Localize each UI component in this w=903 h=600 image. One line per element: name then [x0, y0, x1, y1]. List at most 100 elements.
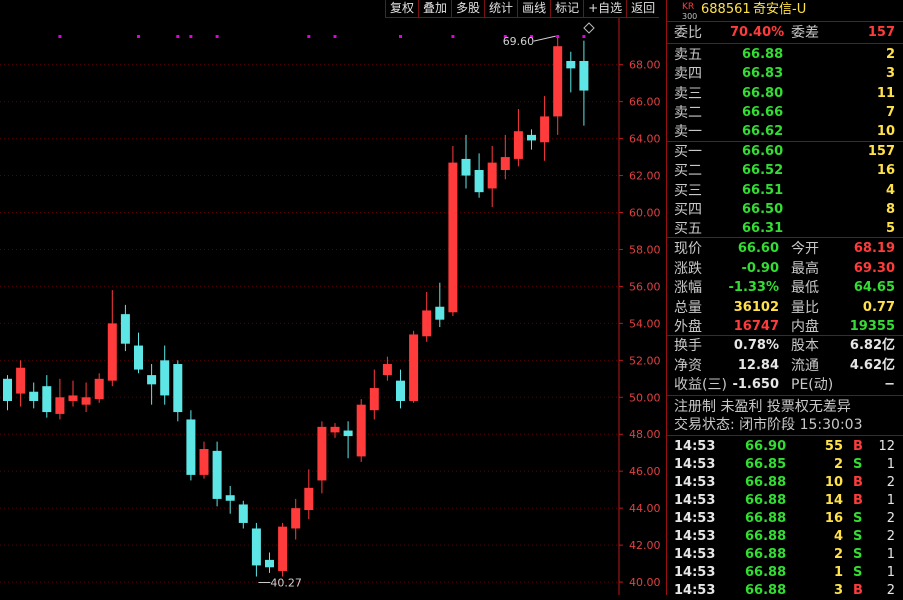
- candle-body: [68, 395, 78, 401]
- buy-row[interactable]: 买三 66.51 4: [667, 182, 903, 200]
- y-tick-label: 48.00: [629, 428, 661, 441]
- candle-body: [382, 364, 392, 376]
- quote-panel: KR 300 688561 奇安信-U 委比 70.40% 委差 157 卖五 6…: [667, 0, 903, 598]
- sell-row[interactable]: 卖三 66.80 11: [667, 85, 903, 103]
- quote-label: 外盘: [674, 319, 702, 335]
- toolbar-button-4[interactable]: 画线: [517, 0, 551, 18]
- buy-row[interactable]: 买一 66.60 157: [667, 143, 903, 161]
- quote-label: 涨跌: [674, 260, 702, 277]
- tick-count: 2: [886, 511, 895, 526]
- buy-volume: 157: [867, 144, 895, 159]
- fund-row: 收益(三) -1.650 PE(动) −: [667, 376, 903, 394]
- sell-price: 66.80: [742, 85, 784, 101]
- buy-row[interactable]: 买二 66.52 16: [667, 162, 903, 180]
- y-tick-label: 44.00: [629, 502, 661, 515]
- signal-marker: [582, 35, 586, 38]
- candle-body: [317, 426, 327, 481]
- quote-row: 总量 36102 量比 0.77: [667, 299, 903, 317]
- candle-body: [369, 388, 379, 411]
- tick-time: 14:53: [674, 565, 716, 580]
- tick-price: 66.85: [745, 457, 787, 472]
- candle-body: [212, 450, 222, 499]
- candle-body: [16, 367, 26, 394]
- high-price-label: 69.60: [503, 35, 535, 48]
- tick-volume: 10: [824, 475, 843, 490]
- tick-direction: B: [853, 439, 863, 454]
- toolbar-button-2[interactable]: 多股: [451, 0, 485, 18]
- weibi-row: 委比 70.40% 委差 157: [674, 25, 895, 41]
- tick-count: 2: [886, 529, 895, 544]
- tick-direction: S: [853, 547, 863, 562]
- candle-body: [42, 386, 52, 413]
- candle-body: [435, 306, 445, 320]
- tick-row: 14:53 66.88 3 B 2: [667, 582, 903, 600]
- candle-body: [81, 397, 91, 405]
- tick-direction: S: [853, 565, 863, 580]
- tick-row: 14:53 66.88 16 S 2: [667, 510, 903, 528]
- candle-body: [147, 375, 157, 385]
- tick-volume: 16: [824, 511, 843, 526]
- signal-marker: [333, 35, 337, 38]
- candlestick-chart[interactable]: 68.00 66.00 64.00 62.00 60.00 58.00 56.00 54.00…: [0, 0, 667, 595]
- quote-row: 现价 66.60 今开 68.19: [667, 240, 903, 258]
- tick-direction: S: [853, 511, 863, 526]
- quote-label: 现价: [674, 241, 702, 257]
- candle-body: [134, 345, 143, 370]
- chart-toolbar: 复权 叠加 多股 统计 画线 标记 +自选 返回: [385, 0, 660, 18]
- signal-marker: [215, 35, 219, 38]
- buy-price: 66.31: [742, 221, 784, 237]
- quote-row: 外盘 16747 内盘 19355: [667, 318, 903, 336]
- tick-volume: 1: [833, 565, 843, 580]
- y-tick-label: 40.00: [629, 576, 661, 589]
- toolbar-button-3[interactable]: 统计: [484, 0, 518, 18]
- fund-label: 股本: [791, 338, 819, 354]
- buy-label: 买二: [674, 163, 702, 180]
- y-tick-label: 46.00: [629, 465, 661, 478]
- diamond-icon: [583, 22, 595, 34]
- toolbar-button-7[interactable]: 返回: [626, 0, 660, 18]
- toolbar-button-5[interactable]: 标记: [550, 0, 584, 18]
- y-tick-label: 50.00: [629, 391, 661, 404]
- market-badge: KR 300: [682, 2, 698, 22]
- high-arrow: [533, 35, 556, 42]
- toolbar-button-0[interactable]: 复权: [385, 0, 419, 18]
- sell-label: 卖一: [674, 124, 702, 141]
- tick-count: 1: [886, 547, 895, 562]
- toolbar-button-6[interactable]: +自选: [583, 0, 627, 18]
- quote-value: -0.90: [741, 260, 779, 276]
- sell-row[interactable]: 卖一 66.62 10: [667, 123, 903, 141]
- tick-direction: B: [853, 583, 863, 598]
- sell-price: 66.88: [742, 47, 784, 62]
- buy-price: 66.60: [742, 144, 784, 159]
- candle-body: [474, 170, 484, 193]
- candle-body: [553, 46, 563, 117]
- tick-price: 66.88: [745, 547, 787, 562]
- candle-body: [409, 334, 419, 401]
- candle-body: [487, 162, 497, 189]
- candle-body: [186, 419, 196, 475]
- sell-price: 66.66: [742, 104, 784, 120]
- fund-row: 换手 0.78% 股本 6.82亿: [667, 337, 903, 355]
- buy-row[interactable]: 买五 66.31 5: [667, 220, 903, 238]
- stock-tags: 注册制 未盈利 投票权无差异: [674, 399, 851, 415]
- low-price-label: 40.27: [270, 577, 302, 590]
- y-tick-label: 60.00: [629, 207, 661, 220]
- sell-volume: 10: [876, 124, 895, 140]
- sell-row[interactable]: 卖四 66.83 3: [667, 65, 903, 83]
- sell-row[interactable]: 卖二 66.66 7: [667, 104, 903, 122]
- sell-row[interactable]: 卖五 66.88 2: [667, 46, 903, 64]
- tick-price: 66.88: [745, 511, 787, 526]
- candle-body: [160, 360, 170, 396]
- buy-label: 买三: [674, 182, 702, 199]
- candle-body: [461, 158, 471, 176]
- sell-label: 卖四: [674, 66, 702, 83]
- sell-price: 66.83: [742, 66, 784, 82]
- fund-row: 净资 12.84 流通 4.62亿: [667, 357, 903, 375]
- tick-row: 14:53 66.85 2 S 1: [667, 456, 903, 474]
- y-tick-label: 66.00: [629, 96, 661, 109]
- tick-time: 14:53: [674, 529, 716, 544]
- buy-row[interactable]: 买四 66.50 8: [667, 201, 903, 219]
- quote-label: 内盘: [791, 319, 819, 335]
- toolbar-button-1[interactable]: 叠加: [418, 0, 452, 18]
- tick-volume: 2: [833, 547, 843, 562]
